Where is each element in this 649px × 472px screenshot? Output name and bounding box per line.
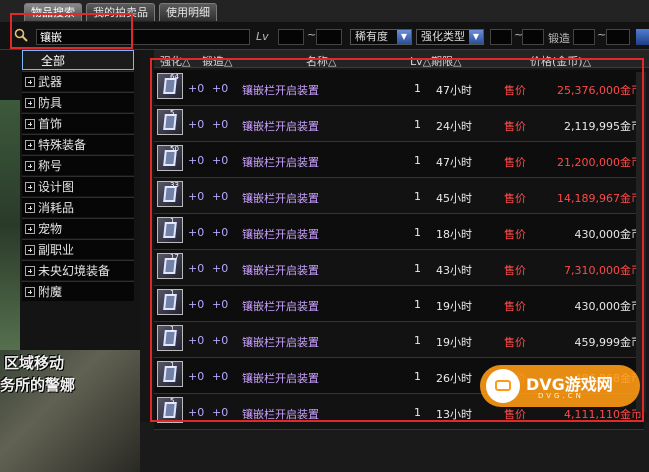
- category-item[interactable]: 称号: [22, 155, 134, 175]
- site-watermark: DVG游戏网 DVG.CN: [480, 365, 640, 407]
- forge-max-input[interactable]: [606, 29, 630, 45]
- category-item[interactable]: 全部: [22, 50, 134, 70]
- lv-max-input[interactable]: [316, 29, 342, 45]
- enhance-min-input[interactable]: [490, 29, 512, 45]
- expand-plus-icon[interactable]: [25, 119, 35, 129]
- lv-range-tilde: ~: [307, 28, 317, 41]
- background-text: 区域移动: [4, 354, 65, 372]
- category-label: 武器: [38, 75, 63, 89]
- expand-plus-icon[interactable]: [25, 266, 35, 276]
- lv-label: Lv: [256, 30, 269, 43]
- category-item[interactable]: 武器: [22, 71, 134, 91]
- background-text: 务所的警娜: [0, 376, 76, 394]
- category-item[interactable]: 特殊装备: [22, 134, 134, 154]
- category-item[interactable]: 首饰: [22, 113, 134, 133]
- category-label: 消耗品: [38, 201, 75, 215]
- expand-plus-icon[interactable]: [25, 182, 35, 192]
- category-item[interactable]: 消耗品: [22, 197, 134, 217]
- rarity-dropdown-label: 稀有度: [355, 30, 388, 43]
- expand-plus-icon[interactable]: [25, 203, 35, 213]
- background-art: [0, 100, 20, 350]
- category-item[interactable]: 附魔: [22, 281, 134, 301]
- expand-plus-icon[interactable]: [25, 140, 35, 150]
- category-label: 设计图: [38, 180, 75, 194]
- gamepad-icon: [486, 369, 520, 403]
- category-item[interactable]: 未央幻境装备: [22, 260, 134, 280]
- category-item[interactable]: 副职业: [22, 239, 134, 259]
- chevron-down-icon: ▼: [469, 30, 483, 44]
- enhance-type-dropdown-label: 强化类型: [421, 30, 465, 43]
- category-label: 特殊装备: [38, 138, 87, 152]
- category-label: 防具: [38, 96, 63, 110]
- search-button[interactable]: [636, 29, 649, 45]
- expand-plus-icon[interactable]: [25, 287, 35, 297]
- category-label: 全部: [41, 54, 66, 68]
- chevron-down-icon: ▼: [397, 30, 411, 44]
- highlight-box-search: [10, 13, 133, 49]
- enhance-max-input[interactable]: [522, 29, 544, 45]
- expand-plus-icon[interactable]: [25, 98, 35, 108]
- category-label: 未央幻境装备: [38, 264, 111, 278]
- category-label: 首饰: [38, 117, 63, 131]
- forge-range-tilde: ~: [597, 28, 607, 41]
- forge-label: 锻造: [548, 32, 570, 45]
- category-item[interactable]: 设计图: [22, 176, 134, 196]
- expand-plus-icon[interactable]: [25, 245, 35, 255]
- category-label: 宠物: [38, 222, 63, 236]
- tab-usage-details[interactable]: 使用明细: [159, 3, 217, 21]
- category-label: 副职业: [38, 243, 75, 257]
- watermark-subtext: DVG.CN: [538, 392, 584, 400]
- forge-min-input[interactable]: [573, 29, 595, 45]
- enhance-type-dropdown[interactable]: 强化类型 ▼: [416, 29, 484, 45]
- category-label: 附魔: [38, 285, 63, 299]
- category-label: 称号: [38, 159, 63, 173]
- lv-min-input[interactable]: [278, 29, 304, 45]
- expand-plus-icon[interactable]: [25, 161, 35, 171]
- expand-plus-icon[interactable]: [25, 77, 35, 87]
- category-item[interactable]: 防具: [22, 92, 134, 112]
- expand-plus-icon[interactable]: [25, 224, 35, 234]
- rarity-dropdown[interactable]: 稀有度 ▼: [350, 29, 412, 45]
- category-item[interactable]: 宠物: [22, 218, 134, 238]
